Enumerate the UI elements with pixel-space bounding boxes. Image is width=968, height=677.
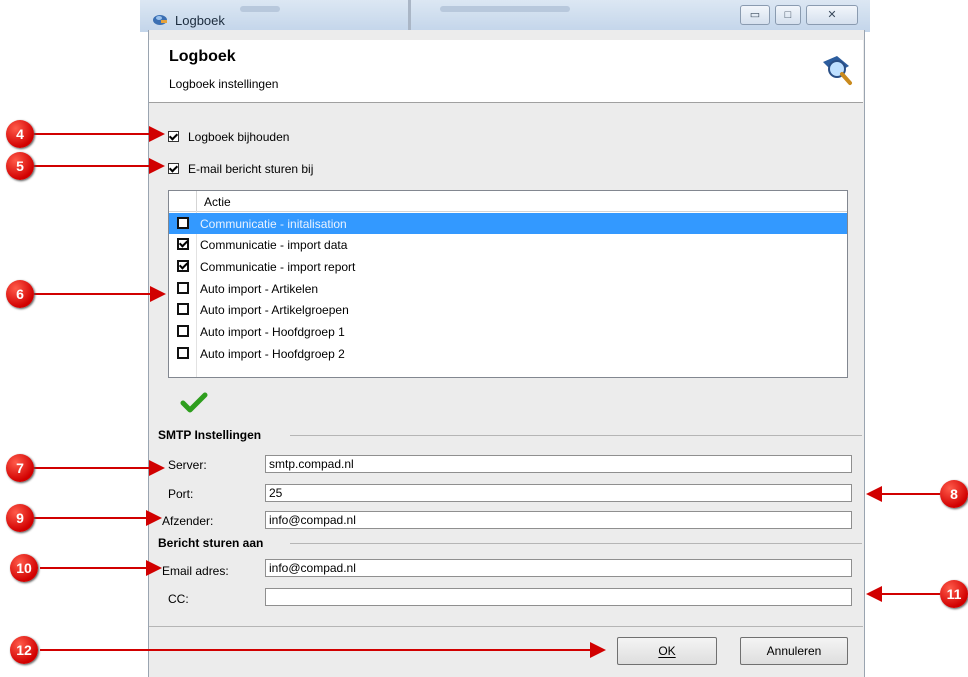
callout-badge: 12 [10,636,38,664]
callout-arrows [34,126,940,658]
callout-badge: 5 [6,152,34,180]
callout-badge: 10 [10,554,38,582]
callout-badge: 8 [940,480,968,508]
callout-badge: 6 [6,280,34,308]
callout-badge: 7 [6,454,34,482]
callout-badge: 9 [6,504,34,532]
callout-badge: 4 [6,120,34,148]
callout-badge: 11 [940,580,968,608]
